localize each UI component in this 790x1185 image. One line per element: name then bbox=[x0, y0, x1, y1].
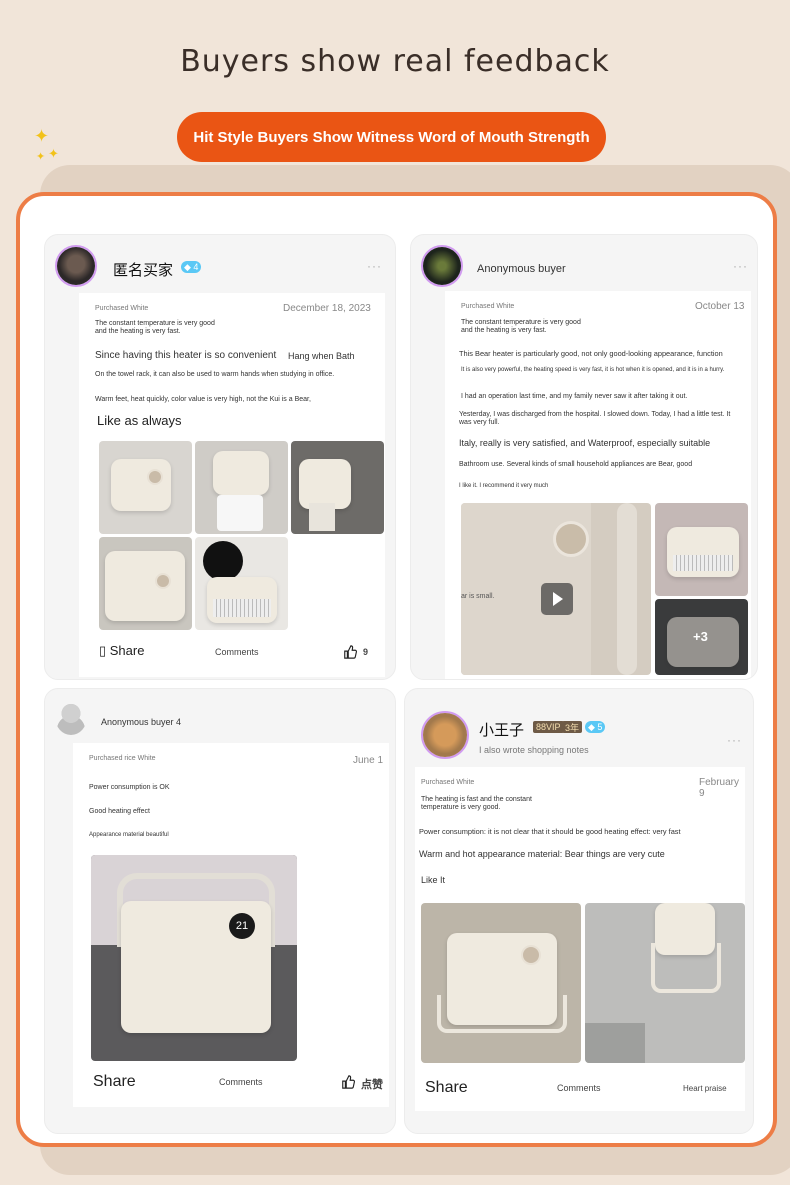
review-body: Purchased White December 18, 2023 The co… bbox=[79, 293, 385, 677]
review-photo[interactable] bbox=[585, 903, 745, 1063]
review-video[interactable]: ar is small. bbox=[461, 503, 651, 675]
review-card: Anonymous buyer ··· Purchased White Octo… bbox=[410, 234, 758, 680]
avatar[interactable] bbox=[421, 711, 469, 759]
username: Anonymous buyer bbox=[477, 263, 566, 275]
review-date: June 1 bbox=[353, 755, 384, 766]
review-text: Good heating effect bbox=[89, 808, 150, 815]
page-title: Buyers show real feedback bbox=[180, 44, 610, 79]
purchase-variant: Purchased White bbox=[95, 305, 149, 312]
review-body: Purchased rice White June 1 Power consum… bbox=[73, 743, 389, 1107]
review-text: Yesterday, I was discharged from the hos… bbox=[459, 411, 731, 426]
vip-badge: 88VIP bbox=[533, 721, 564, 733]
avatar[interactable] bbox=[55, 245, 97, 287]
review-date: February 9 bbox=[699, 777, 740, 799]
review-text: Power consumption: it is not clear that … bbox=[419, 827, 681, 836]
more-options-icon[interactable]: ··· bbox=[733, 259, 748, 273]
username: 匿名买家 bbox=[113, 262, 174, 279]
avatar[interactable] bbox=[421, 245, 463, 287]
review-text: Like It bbox=[421, 875, 446, 885]
thumbs-up-icon[interactable] bbox=[343, 645, 357, 659]
review-text: Warm and hot appearance material: Bear t… bbox=[419, 849, 665, 859]
review-text: Since having this heater is so convenien… bbox=[95, 350, 277, 361]
review-photo[interactable]: 21 bbox=[91, 855, 297, 1061]
review-text: Hang when Bath bbox=[288, 351, 355, 361]
review-photo[interactable] bbox=[195, 537, 288, 630]
review-text: Appearance material beautiful bbox=[89, 832, 169, 838]
more-photos-count: +3 bbox=[693, 629, 708, 644]
like-count: 9 bbox=[363, 647, 369, 657]
member-badge: ◆ 4 bbox=[181, 261, 202, 273]
review-body: Purchased White February 9 The heating i… bbox=[415, 767, 745, 1111]
review-text: Bathroom use. Several kinds of small hou… bbox=[459, 461, 693, 468]
username: 小王子 bbox=[479, 722, 525, 739]
review-text: Italy, really is very satisfied, and Wat… bbox=[459, 438, 711, 448]
share-button[interactable]: Share bbox=[425, 1079, 468, 1097]
review-body: Purchased White October 13 The constant … bbox=[445, 291, 751, 679]
review-card: Anonymous buyer 4 Purchased rice White J… bbox=[44, 688, 396, 1134]
slogan-banner: Hit Style Buyers Show Witness Word of Mo… bbox=[177, 112, 606, 162]
review-photo[interactable] bbox=[291, 441, 384, 534]
purchase-variant: Purchased White bbox=[461, 303, 515, 310]
review-summary: The constant temperature is very good an… bbox=[461, 319, 581, 334]
comments-button[interactable]: Comments bbox=[557, 1083, 601, 1093]
share-button[interactable]: Share bbox=[93, 1073, 136, 1091]
play-icon[interactable] bbox=[541, 583, 573, 615]
review-date: October 13 bbox=[695, 301, 745, 312]
review-photo[interactable]: +3 bbox=[655, 599, 748, 675]
review-text: Warm feet, heat quickly, color value is … bbox=[95, 396, 311, 403]
thumbs-up-icon[interactable] bbox=[341, 1075, 355, 1089]
years-badge: 3年 bbox=[562, 721, 583, 733]
reviews-frame: 匿名买家 ◆ 4 ··· Purchased White December 18… bbox=[16, 192, 777, 1147]
review-photo[interactable] bbox=[655, 503, 748, 596]
review-text: This Bear heater is particularly good, n… bbox=[459, 349, 723, 358]
sparkle-icon: ✦ bbox=[48, 146, 59, 161]
review-text: I had an operation last time, and my fam… bbox=[461, 393, 688, 400]
temperature-display: 21 bbox=[229, 913, 255, 939]
review-summary: The constant temperature is very good an… bbox=[95, 320, 215, 335]
review-text: Power consumption is OK bbox=[89, 784, 170, 791]
review-text: On the towel rack, it can also be used t… bbox=[95, 371, 335, 378]
sparkle-icon: ✦ bbox=[36, 151, 46, 163]
more-options-icon[interactable]: ··· bbox=[367, 259, 382, 273]
review-text: Like as always bbox=[97, 413, 182, 428]
review-card: 匿名买家 ◆ 4 ··· Purchased White December 18… bbox=[44, 234, 396, 680]
sparkle-icon: ✦ bbox=[34, 126, 50, 146]
like-label[interactable]: Heart praise bbox=[683, 1084, 727, 1093]
review-photo[interactable] bbox=[99, 441, 192, 534]
comments-button[interactable]: Comments bbox=[219, 1077, 263, 1087]
review-card: 小王子 88VIP 3年 ◆ 5 I also wrote shopping n… bbox=[404, 688, 754, 1134]
review-date: December 18, 2023 bbox=[283, 303, 371, 314]
user-subtitle: I also wrote shopping notes bbox=[479, 745, 589, 755]
review-photo[interactable] bbox=[421, 903, 581, 1063]
review-text: I like it. I recommend it very much bbox=[459, 483, 549, 489]
avatar[interactable] bbox=[55, 699, 87, 735]
purchase-variant: Purchased rice White bbox=[89, 755, 156, 762]
review-text: It is also very powerful, the heating sp… bbox=[461, 367, 725, 373]
video-caption: ar is small. bbox=[461, 593, 495, 600]
review-photo[interactable] bbox=[195, 441, 288, 534]
member-badge: ◆ 5 bbox=[585, 721, 606, 733]
review-photo[interactable] bbox=[99, 537, 192, 630]
comments-button[interactable]: Comments bbox=[215, 647, 259, 657]
more-options-icon[interactable]: ··· bbox=[727, 733, 742, 747]
like-label: 点赞 bbox=[361, 1079, 383, 1091]
username: Anonymous buyer 4 bbox=[101, 717, 182, 727]
purchase-variant: Purchased White bbox=[421, 779, 475, 786]
review-summary: The heating is fast and the constant tem… bbox=[421, 796, 532, 811]
share-button[interactable]: ▯ Share bbox=[99, 643, 144, 659]
